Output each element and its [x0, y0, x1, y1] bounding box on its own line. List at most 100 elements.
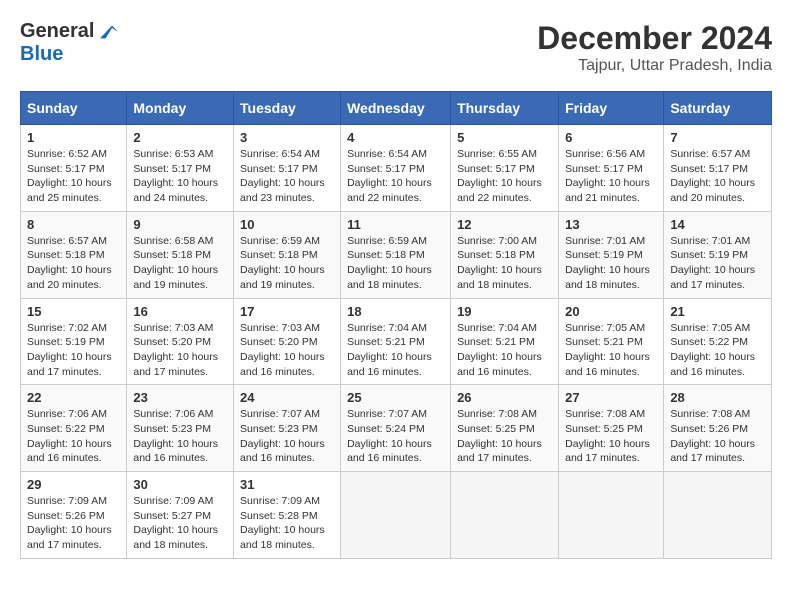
day-number: 24: [240, 390, 334, 405]
logo-icon: [96, 22, 120, 42]
day-info: Sunrise: 6:54 AM Sunset: 5:17 PM Dayligh…: [347, 147, 444, 206]
calendar-cell: 19 Sunrise: 7:04 AM Sunset: 5:21 PM Dayl…: [451, 298, 559, 385]
calendar-cell: 13 Sunrise: 7:01 AM Sunset: 5:19 PM Dayl…: [559, 211, 664, 298]
day-info: Sunrise: 7:08 AM Sunset: 5:26 PM Dayligh…: [670, 407, 765, 466]
day-info: Sunrise: 7:03 AM Sunset: 5:20 PM Dayligh…: [133, 321, 227, 380]
calendar-cell: [664, 472, 772, 559]
calendar-cell: 16 Sunrise: 7:03 AM Sunset: 5:20 PM Dayl…: [127, 298, 234, 385]
calendar-cell: [341, 472, 451, 559]
day-number: 11: [347, 217, 444, 232]
calendar-week-row: 22 Sunrise: 7:06 AM Sunset: 5:22 PM Dayl…: [21, 385, 772, 472]
day-number: 5: [457, 130, 552, 145]
day-number: 20: [565, 304, 657, 319]
day-number: 4: [347, 130, 444, 145]
calendar-cell: 28 Sunrise: 7:08 AM Sunset: 5:26 PM Dayl…: [664, 385, 772, 472]
calendar-cell: 20 Sunrise: 7:05 AM Sunset: 5:21 PM Dayl…: [559, 298, 664, 385]
calendar-cell: 26 Sunrise: 7:08 AM Sunset: 5:25 PM Dayl…: [451, 385, 559, 472]
day-of-week-header: Sunday: [21, 92, 127, 125]
calendar-cell: 17 Sunrise: 7:03 AM Sunset: 5:20 PM Dayl…: [234, 298, 341, 385]
location-subtitle: Tajpur, Uttar Pradesh, India: [537, 57, 772, 75]
day-info: Sunrise: 6:59 AM Sunset: 5:18 PM Dayligh…: [240, 234, 334, 293]
month-year-title: December 2024: [537, 20, 772, 57]
day-number: 29: [27, 477, 120, 492]
calendar-week-row: 1 Sunrise: 6:52 AM Sunset: 5:17 PM Dayli…: [21, 125, 772, 212]
day-number: 18: [347, 304, 444, 319]
calendar-cell: 29 Sunrise: 7:09 AM Sunset: 5:26 PM Dayl…: [21, 472, 127, 559]
calendar-cell: 11 Sunrise: 6:59 AM Sunset: 5:18 PM Dayl…: [341, 211, 451, 298]
day-info: Sunrise: 7:00 AM Sunset: 5:18 PM Dayligh…: [457, 234, 552, 293]
day-number: 2: [133, 130, 227, 145]
day-number: 9: [133, 217, 227, 232]
day-info: Sunrise: 7:08 AM Sunset: 5:25 PM Dayligh…: [565, 407, 657, 466]
day-of-week-header: Tuesday: [234, 92, 341, 125]
day-info: Sunrise: 7:04 AM Sunset: 5:21 PM Dayligh…: [347, 321, 444, 380]
day-of-week-header: Friday: [559, 92, 664, 125]
day-info: Sunrise: 6:53 AM Sunset: 5:17 PM Dayligh…: [133, 147, 227, 206]
day-info: Sunrise: 7:04 AM Sunset: 5:21 PM Dayligh…: [457, 321, 552, 380]
day-number: 12: [457, 217, 552, 232]
day-info: Sunrise: 7:09 AM Sunset: 5:27 PM Dayligh…: [133, 494, 227, 553]
calendar-cell: 7 Sunrise: 6:57 AM Sunset: 5:17 PM Dayli…: [664, 125, 772, 212]
calendar-cell: 25 Sunrise: 7:07 AM Sunset: 5:24 PM Dayl…: [341, 385, 451, 472]
calendar-table: SundayMondayTuesdayWednesdayThursdayFrid…: [20, 91, 772, 559]
calendar-week-row: 15 Sunrise: 7:02 AM Sunset: 5:19 PM Dayl…: [21, 298, 772, 385]
day-info: Sunrise: 6:52 AM Sunset: 5:17 PM Dayligh…: [27, 147, 120, 206]
day-info: Sunrise: 7:07 AM Sunset: 5:24 PM Dayligh…: [347, 407, 444, 466]
calendar-week-row: 29 Sunrise: 7:09 AM Sunset: 5:26 PM Dayl…: [21, 472, 772, 559]
calendar-cell: 23 Sunrise: 7:06 AM Sunset: 5:23 PM Dayl…: [127, 385, 234, 472]
day-number: 16: [133, 304, 227, 319]
day-of-week-header: Wednesday: [341, 92, 451, 125]
day-info: Sunrise: 6:57 AM Sunset: 5:18 PM Dayligh…: [27, 234, 120, 293]
calendar-cell: 12 Sunrise: 7:00 AM Sunset: 5:18 PM Dayl…: [451, 211, 559, 298]
day-number: 7: [670, 130, 765, 145]
day-info: Sunrise: 7:09 AM Sunset: 5:26 PM Dayligh…: [27, 494, 120, 553]
day-info: Sunrise: 6:58 AM Sunset: 5:18 PM Dayligh…: [133, 234, 227, 293]
calendar-cell: 4 Sunrise: 6:54 AM Sunset: 5:17 PM Dayli…: [341, 125, 451, 212]
day-number: 1: [27, 130, 120, 145]
logo: General Blue: [20, 20, 120, 66]
calendar-cell: 5 Sunrise: 6:55 AM Sunset: 5:17 PM Dayli…: [451, 125, 559, 212]
calendar-cell: 6 Sunrise: 6:56 AM Sunset: 5:17 PM Dayli…: [559, 125, 664, 212]
day-number: 19: [457, 304, 552, 319]
day-info: Sunrise: 7:08 AM Sunset: 5:25 PM Dayligh…: [457, 407, 552, 466]
calendar-cell: 8 Sunrise: 6:57 AM Sunset: 5:18 PM Dayli…: [21, 211, 127, 298]
calendar-cell: [559, 472, 664, 559]
day-number: 8: [27, 217, 120, 232]
day-info: Sunrise: 6:57 AM Sunset: 5:17 PM Dayligh…: [670, 147, 765, 206]
day-info: Sunrise: 7:05 AM Sunset: 5:21 PM Dayligh…: [565, 321, 657, 380]
day-number: 26: [457, 390, 552, 405]
day-info: Sunrise: 6:56 AM Sunset: 5:17 PM Dayligh…: [565, 147, 657, 206]
day-info: Sunrise: 7:06 AM Sunset: 5:23 PM Dayligh…: [133, 407, 227, 466]
calendar-cell: 1 Sunrise: 6:52 AM Sunset: 5:17 PM Dayli…: [21, 125, 127, 212]
day-number: 22: [27, 390, 120, 405]
calendar-week-row: 8 Sunrise: 6:57 AM Sunset: 5:18 PM Dayli…: [21, 211, 772, 298]
calendar-cell: 22 Sunrise: 7:06 AM Sunset: 5:22 PM Dayl…: [21, 385, 127, 472]
logo-blue: Blue: [20, 43, 63, 66]
day-info: Sunrise: 7:05 AM Sunset: 5:22 PM Dayligh…: [670, 321, 765, 380]
calendar-cell: 14 Sunrise: 7:01 AM Sunset: 5:19 PM Dayl…: [664, 211, 772, 298]
calendar-cell: 18 Sunrise: 7:04 AM Sunset: 5:21 PM Dayl…: [341, 298, 451, 385]
calendar-cell: 10 Sunrise: 6:59 AM Sunset: 5:18 PM Dayl…: [234, 211, 341, 298]
day-info: Sunrise: 7:06 AM Sunset: 5:22 PM Dayligh…: [27, 407, 120, 466]
calendar-cell: 30 Sunrise: 7:09 AM Sunset: 5:27 PM Dayl…: [127, 472, 234, 559]
calendar-cell: 15 Sunrise: 7:02 AM Sunset: 5:19 PM Dayl…: [21, 298, 127, 385]
day-number: 3: [240, 130, 334, 145]
calendar-cell: 21 Sunrise: 7:05 AM Sunset: 5:22 PM Dayl…: [664, 298, 772, 385]
calendar-cell: 3 Sunrise: 6:54 AM Sunset: 5:17 PM Dayli…: [234, 125, 341, 212]
calendar-header-row: SundayMondayTuesdayWednesdayThursdayFrid…: [21, 92, 772, 125]
day-number: 31: [240, 477, 334, 492]
day-info: Sunrise: 7:09 AM Sunset: 5:28 PM Dayligh…: [240, 494, 334, 553]
day-number: 23: [133, 390, 227, 405]
day-info: Sunrise: 6:54 AM Sunset: 5:17 PM Dayligh…: [240, 147, 334, 206]
day-number: 6: [565, 130, 657, 145]
page-header: General Blue December 2024 Tajpur, Uttar…: [20, 20, 772, 75]
day-number: 14: [670, 217, 765, 232]
day-info: Sunrise: 7:01 AM Sunset: 5:19 PM Dayligh…: [670, 234, 765, 293]
calendar-cell: 9 Sunrise: 6:58 AM Sunset: 5:18 PM Dayli…: [127, 211, 234, 298]
calendar-cell: 31 Sunrise: 7:09 AM Sunset: 5:28 PM Dayl…: [234, 472, 341, 559]
title-section: December 2024 Tajpur, Uttar Pradesh, Ind…: [537, 20, 772, 75]
day-info: Sunrise: 7:07 AM Sunset: 5:23 PM Dayligh…: [240, 407, 334, 466]
day-number: 21: [670, 304, 765, 319]
day-of-week-header: Thursday: [451, 92, 559, 125]
day-number: 28: [670, 390, 765, 405]
